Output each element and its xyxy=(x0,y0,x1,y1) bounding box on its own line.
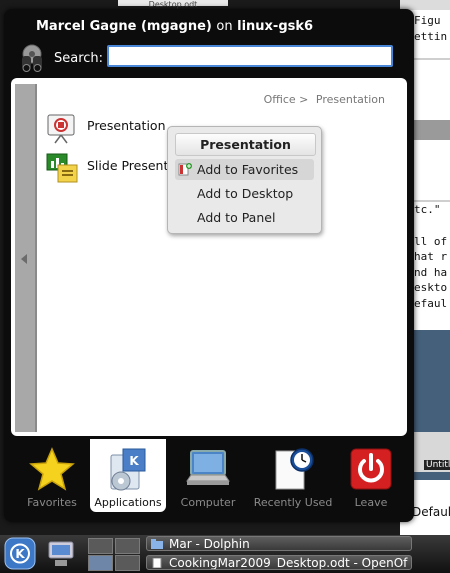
applications-icon: K xyxy=(110,448,146,491)
document-icon xyxy=(152,558,162,568)
kickoff-menu: Marcel Gagne (mgagne) on linux-gsk6 Sear… xyxy=(4,9,414,522)
breadcrumb: Office > Presentation xyxy=(260,93,385,106)
host-name: linux-gsk6 xyxy=(237,19,314,34)
menu-item-add-to-desktop[interactable]: Add to Desktop xyxy=(175,183,314,204)
power-icon xyxy=(350,448,392,490)
tab-computer[interactable]: Computer xyxy=(168,439,248,512)
doc-line: tc." xyxy=(414,203,441,216)
computer-icon xyxy=(186,450,230,485)
device-notifier-icon[interactable] xyxy=(46,538,76,570)
tab-label: Applications xyxy=(94,496,162,509)
menu-item-add-to-panel[interactable]: Add to Panel xyxy=(175,207,314,228)
menu-header: Marcel Gagne (mgagne) on linux-gsk6 xyxy=(36,19,313,34)
menu-tab-bar: Favorites K Applications Computer Recent… xyxy=(11,439,407,517)
app-label: Slide Presentation xyxy=(87,158,171,173)
search-label: Search: xyxy=(54,51,104,66)
app-label: Presentation xyxy=(87,118,166,133)
task-label: Mar - Dolphin xyxy=(169,537,250,551)
background-title-fragment: Desktop.odt xyxy=(118,0,228,9)
clock-document-icon xyxy=(275,448,314,490)
menu-item-label: Add to Favorites xyxy=(197,162,299,177)
doc-line: nd ha xyxy=(414,266,448,279)
star-icon xyxy=(29,447,75,491)
task-openoffice[interactable]: CookingMar2009_Desktop.odt - OpenOf xyxy=(146,555,412,570)
desktop-pager[interactable] xyxy=(88,538,140,571)
menu-item-label: Add to Panel xyxy=(197,210,276,225)
task-dolphin[interactable]: Mar - Dolphin xyxy=(146,536,412,551)
back-arrow-icon xyxy=(21,254,27,264)
context-menu-title: Presentation xyxy=(175,133,316,156)
svg-text:K: K xyxy=(15,547,25,561)
user-name: Marcel Gagne (mgagne) xyxy=(36,19,212,34)
tab-recently-used[interactable]: Recently Used xyxy=(250,439,336,512)
menu-item-label: Add to Desktop xyxy=(197,186,294,201)
search-input[interactable] xyxy=(107,45,393,67)
tab-label: Computer xyxy=(180,496,236,509)
breadcrumb-office[interactable]: Office > xyxy=(264,93,309,106)
doc-line: Figu xyxy=(414,14,441,27)
doc-line: efaul xyxy=(414,297,448,310)
task-label: CookingMar2009_Desktop.odt - OpenOf xyxy=(169,556,408,570)
add-favorite-icon xyxy=(178,163,192,176)
tab-favorites[interactable]: Favorites xyxy=(14,439,90,512)
doc-line: eskto xyxy=(414,281,448,294)
app-item-presentation[interactable]: Presentation xyxy=(45,111,185,145)
thumb-label: Untitle xyxy=(424,460,450,470)
menu-item-add-to-favorites[interactable]: Add to Favorites xyxy=(175,159,314,180)
tab-applications[interactable]: K Applications xyxy=(90,439,166,512)
presentation-icon xyxy=(47,114,75,144)
app-item-slide-presentation[interactable]: Slide Presentation xyxy=(45,151,171,185)
folder-icon xyxy=(151,539,163,549)
binoculars-gear-icon xyxy=(22,44,42,72)
breadcrumb-presentation: Presentation xyxy=(315,93,385,106)
tab-label: Recently Used xyxy=(253,496,333,509)
doc-line: ll of xyxy=(414,235,448,248)
kde-launcher-icon[interactable]: K xyxy=(4,537,36,570)
search-row: Search: xyxy=(14,43,394,75)
status-text: Defaul xyxy=(412,505,450,519)
taskbar: K Mar - Dolphin CookingMar2009_Desktop.o… xyxy=(0,535,450,573)
svg-text:K: K xyxy=(129,454,139,468)
slide-presentation-icon xyxy=(46,153,78,183)
context-menu: Presentation Add to Favorites Add to Des… xyxy=(167,126,322,234)
tab-label: Favorites xyxy=(27,496,77,509)
tab-leave[interactable]: Leave xyxy=(338,439,404,512)
doc-line: ettin xyxy=(414,30,448,43)
back-button[interactable] xyxy=(15,84,37,432)
on-word: on xyxy=(216,19,233,34)
doc-line: hat r xyxy=(414,250,448,263)
tab-label: Leave xyxy=(354,496,388,509)
